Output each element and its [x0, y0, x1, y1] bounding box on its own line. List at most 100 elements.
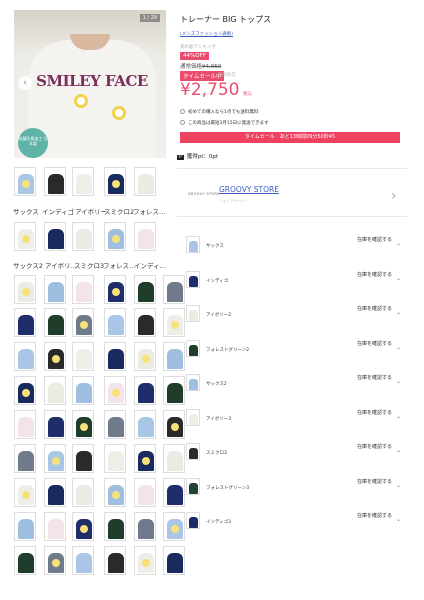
variant-thumbnail[interactable] — [186, 236, 200, 253]
product-thumbnail[interactable] — [44, 167, 66, 196]
product-thumbnail[interactable] — [104, 444, 126, 473]
product-thumbnail[interactable] — [134, 167, 156, 196]
product-thumbnail[interactable] — [163, 478, 185, 507]
product-thumbnail[interactable] — [104, 342, 126, 371]
thumbnail-label[interactable]: インディ… — [134, 260, 166, 270]
variant-thumbnail[interactable] — [186, 443, 200, 460]
product-thumbnail[interactable] — [134, 410, 156, 439]
product-thumbnail[interactable] — [163, 546, 185, 575]
check-stock-button[interactable]: 在庫を確認する — [357, 375, 393, 382]
check-stock-button[interactable]: 在庫を確認する — [357, 306, 393, 313]
product-thumbnail[interactable] — [72, 222, 94, 251]
chevron-down-icon[interactable]: ⌄ — [396, 413, 401, 420]
product-thumbnail[interactable] — [104, 376, 126, 405]
product-thumbnail[interactable] — [44, 410, 66, 439]
variant-thumbnail[interactable] — [186, 339, 200, 357]
check-stock-button[interactable]: 在庫を確認する — [357, 410, 393, 417]
product-thumbnail[interactable] — [44, 308, 66, 337]
product-thumbnail[interactable] — [72, 275, 94, 304]
product-thumbnail[interactable] — [104, 308, 126, 337]
product-thumbnail[interactable] — [104, 478, 126, 507]
product-thumbnail[interactable] — [72, 167, 94, 196]
product-thumbnail[interactable] — [14, 376, 36, 405]
variant-thumbnail[interactable] — [186, 270, 200, 288]
product-thumbnail[interactable] — [134, 222, 156, 251]
product-thumbnail[interactable] — [72, 546, 94, 575]
variant-thumbnail[interactable] — [186, 305, 200, 322]
product-thumbnail[interactable] — [163, 342, 185, 371]
product-thumbnail[interactable] — [163, 308, 185, 337]
product-thumbnail[interactable] — [44, 444, 66, 473]
product-thumbnail[interactable] — [14, 478, 36, 507]
check-stock-button[interactable]: 在庫を確認する — [357, 513, 393, 520]
product-thumbnail[interactable] — [14, 512, 36, 541]
product-thumbnail[interactable] — [163, 410, 185, 439]
product-thumbnail[interactable] — [134, 376, 156, 405]
product-thumbnail[interactable] — [104, 167, 126, 196]
product-thumbnail[interactable] — [14, 342, 36, 371]
product-thumbnail[interactable] — [104, 410, 126, 439]
product-thumbnail[interactable] — [44, 546, 66, 575]
product-thumbnail[interactable] — [72, 512, 94, 541]
chevron-down-icon[interactable]: ⌄ — [396, 516, 401, 523]
product-thumbnail[interactable] — [44, 376, 66, 405]
product-thumbnail[interactable] — [14, 308, 36, 337]
product-thumbnail[interactable] — [44, 275, 66, 304]
product-thumbnail[interactable] — [163, 275, 185, 304]
product-thumbnail[interactable] — [134, 512, 156, 541]
check-stock-button[interactable]: 在庫を確認する — [357, 272, 393, 279]
chevron-down-icon[interactable]: ⌄ — [396, 378, 401, 385]
product-thumbnail[interactable] — [134, 444, 156, 473]
product-thumbnail[interactable] — [104, 546, 126, 575]
check-stock-button[interactable]: 在庫を確認する — [357, 237, 393, 244]
variant-thumbnail[interactable] — [186, 374, 200, 391]
thumbnail-label[interactable]: スミクロ2 — [104, 206, 134, 216]
chevron-down-icon[interactable]: ⌄ — [396, 482, 401, 489]
product-thumbnail[interactable] — [14, 410, 36, 439]
chevron-down-icon[interactable]: ⌄ — [396, 309, 401, 316]
product-thumbnail[interactable] — [14, 275, 36, 304]
product-thumbnail[interactable] — [163, 376, 185, 405]
product-thumbnail[interactable] — [104, 275, 126, 304]
check-stock-button[interactable]: 在庫を確認する — [357, 444, 393, 451]
product-thumbnail[interactable] — [44, 478, 66, 507]
product-thumbnail[interactable] — [72, 308, 94, 337]
product-thumbnail[interactable] — [134, 546, 156, 575]
product-thumbnail[interactable] — [44, 222, 66, 251]
thumbnail-label[interactable]: サックス — [13, 206, 39, 216]
category-link[interactable]: (メンズファッション通販) — [180, 31, 233, 37]
product-thumbnail[interactable] — [14, 222, 36, 251]
chevron-down-icon[interactable]: ⌄ — [396, 240, 401, 247]
product-thumbnail[interactable] — [44, 512, 66, 541]
thumbnail-label[interactable]: インディゴ — [42, 206, 74, 216]
product-thumbnail[interactable] — [134, 275, 156, 304]
thumbnail-label[interactable]: アイボリ… — [45, 260, 77, 270]
product-thumbnail[interactable] — [72, 478, 94, 507]
product-thumbnail[interactable] — [163, 512, 185, 541]
thumbnail-label[interactable]: アイボリー — [75, 206, 107, 216]
product-thumbnail[interactable] — [134, 478, 156, 507]
variant-thumbnail[interactable] — [186, 408, 200, 426]
product-thumbnail[interactable] — [134, 308, 156, 337]
product-thumbnail[interactable] — [104, 222, 126, 251]
product-thumbnail[interactable] — [14, 444, 36, 473]
thumbnail-label[interactable]: スミクロ3 — [74, 260, 104, 270]
product-thumbnail[interactable] — [44, 342, 66, 371]
chevron-left-icon[interactable]: ‹ — [18, 76, 32, 90]
store-name-link[interactable]: GROOVY STORE — [219, 185, 279, 194]
product-thumbnail[interactable] — [14, 546, 36, 575]
chevron-down-icon[interactable]: ⌄ — [396, 447, 401, 454]
chevron-right-icon[interactable]: › — [391, 188, 397, 204]
check-stock-button[interactable]: 在庫を確認する — [357, 341, 393, 348]
product-thumbnail[interactable] — [72, 376, 94, 405]
product-thumbnail[interactable] — [72, 342, 94, 371]
check-stock-button[interactable]: 在庫を確認する — [357, 479, 393, 486]
product-thumbnail[interactable] — [163, 444, 185, 473]
store-logo[interactable]: GROOVY STORE — [188, 192, 220, 196]
chevron-down-icon[interactable]: ⌄ — [396, 344, 401, 351]
product-thumbnail[interactable] — [14, 167, 36, 196]
variant-thumbnail[interactable] — [186, 477, 200, 495]
main-product-image[interactable]: SMILEY FACE 1 / 29 ‹ 抗菌防臭加工 日本製 — [14, 10, 166, 158]
variant-thumbnail[interactable] — [186, 512, 200, 529]
chevron-down-icon[interactable]: ⌄ — [396, 275, 401, 282]
